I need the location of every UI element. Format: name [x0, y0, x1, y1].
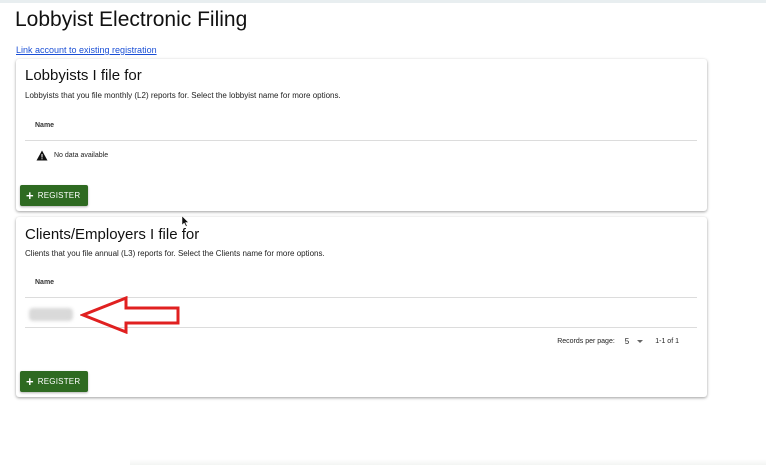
pagination-range: 1-1 of 1 [655, 338, 679, 345]
lobbyists-name-column-header[interactable]: Name [35, 122, 54, 129]
plus-icon: + [26, 374, 34, 389]
clients-name-column-header[interactable]: Name [35, 279, 54, 286]
table-divider [25, 140, 697, 141]
no-data-text: No data available [54, 152, 109, 159]
clients-register-button[interactable]: + REGISTER [20, 371, 89, 392]
records-per-page-select[interactable]: 5 [624, 337, 644, 346]
no-data-row: No data available [36, 150, 108, 161]
redacted-client-name-link[interactable] [29, 308, 73, 321]
page-title: Lobbyist Electronic Filing [15, 8, 248, 31]
clients-card-title: Clients/Employers I file for [25, 226, 200, 243]
caret-down-icon [637, 340, 644, 343]
records-per-page-label: Records per page: [557, 338, 615, 345]
register-label: REGISTER [37, 377, 81, 386]
lobbyists-card: Lobbyists I file for Lobbyists that you … [16, 59, 707, 211]
records-per-page-value: 5 [624, 337, 630, 346]
lobbyists-register-button[interactable]: + REGISTER [20, 185, 89, 206]
clients-card-description: Clients that you file annual (L3) report… [25, 249, 325, 258]
warning-icon [36, 150, 48, 161]
link-account-link[interactable]: Link account to existing registration [16, 45, 157, 55]
register-label: REGISTER [37, 191, 81, 200]
lobbyists-card-title: Lobbyists I file for [25, 67, 142, 84]
mouse-cursor-icon [182, 216, 190, 227]
red-arrow-annotation [80, 296, 180, 334]
top-border [0, 0, 766, 3]
pagination-bar: Records per page: 5 1-1 of 1 [557, 337, 679, 346]
plus-icon: + [26, 188, 34, 203]
lobbyists-card-description: Lobbyists that you file monthly (L2) rep… [25, 91, 341, 100]
bottom-edge [130, 459, 766, 465]
